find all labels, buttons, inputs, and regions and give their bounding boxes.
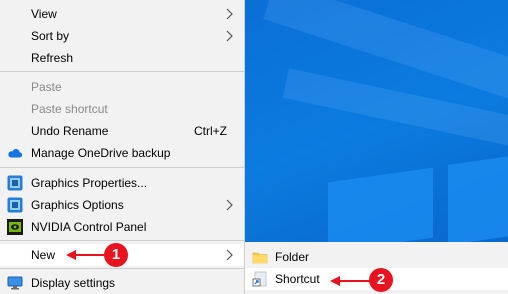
annotation-arrow-2	[330, 276, 371, 286]
annotation-step-1-badge: 1	[104, 243, 128, 267]
annotation-overlay	[66, 250, 371, 286]
annotation-arrow-1	[66, 250, 106, 260]
annotation-step-2-badge: 2	[369, 268, 393, 292]
